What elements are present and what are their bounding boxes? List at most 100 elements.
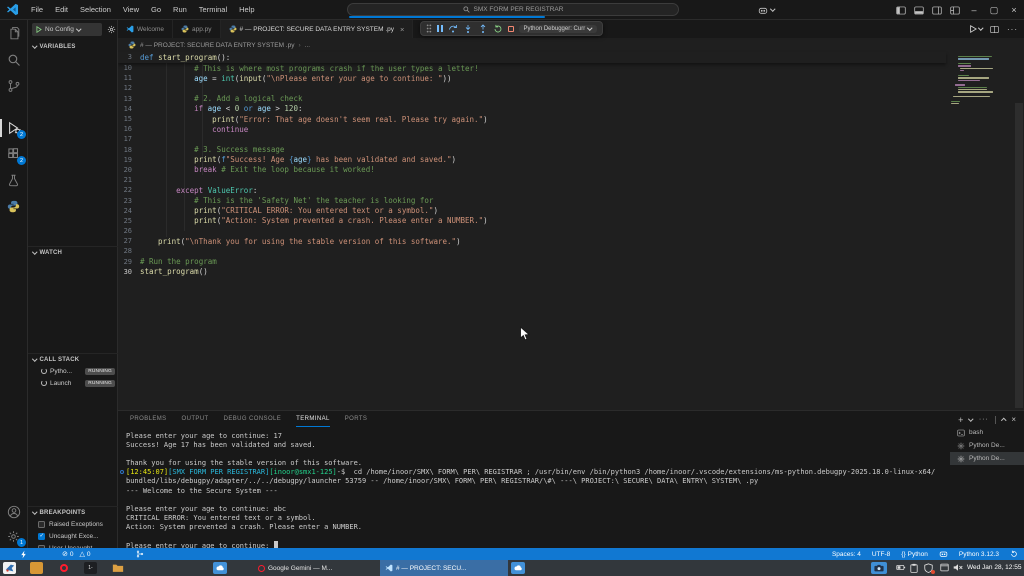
- code-line-11[interactable]: 11age = int(input("\nPlease enter your a…: [118, 73, 946, 83]
- code-line-25[interactable]: 25print("Action: System prevented a cras…: [118, 216, 946, 226]
- maximize-button[interactable]: ▢: [984, 0, 1004, 20]
- terminal-item-python-debug-1[interactable]: Python De...: [950, 439, 1024, 452]
- copilot-button[interactable]: [758, 3, 775, 17]
- problems-indicator[interactable]: ⊘0 △0: [62, 548, 91, 560]
- code-line-24[interactable]: 24print("CRITICAL ERROR: You entered tex…: [118, 206, 946, 216]
- clipboard-icon[interactable]: [910, 563, 918, 573]
- tab-debug-console[interactable]: DEBUG CONSOLE: [224, 411, 282, 428]
- menu-terminal[interactable]: Terminal: [193, 0, 233, 19]
- run-python-file-button[interactable]: [969, 25, 983, 33]
- menu-go[interactable]: Go: [145, 0, 167, 19]
- language-mode[interactable]: {}Python: [901, 551, 928, 558]
- menu-selection[interactable]: Selection: [74, 0, 117, 19]
- editor-scrollbar[interactable]: [1015, 103, 1023, 408]
- tab-problems[interactable]: PROBLEMS: [130, 411, 167, 428]
- restart-icon[interactable]: [493, 24, 503, 34]
- checkbox-unchecked[interactable]: [38, 521, 45, 528]
- stop-button[interactable]: [508, 26, 514, 32]
- launcher-files-button[interactable]: [30, 562, 43, 574]
- terminal-output[interactable]: Please enter your age to continue: 17Suc…: [126, 432, 946, 550]
- debug-fork-indicator[interactable]: [136, 548, 144, 560]
- step-out-icon[interactable]: [478, 24, 488, 34]
- security-shield-icon[interactable]: [924, 563, 933, 573]
- code-line-21[interactable]: 21: [118, 175, 946, 185]
- toggle-secondary-sidebar-icon[interactable]: [932, 6, 942, 15]
- sidebar-item-explorer[interactable]: [0, 22, 27, 46]
- code-line-14[interactable]: 14if age < 0 or age > 120:: [118, 104, 946, 114]
- menu-view[interactable]: View: [117, 0, 145, 19]
- taskbar-window-gemini[interactable]: Google Gemini — M...: [253, 560, 373, 576]
- code-line-13[interactable]: 13# 2. Add a logical check: [118, 94, 946, 104]
- screenshot-tool-icon[interactable]: [871, 562, 887, 574]
- launcher-terminal-button[interactable]: 1-: [84, 562, 97, 574]
- tab-output[interactable]: OUTPUT: [182, 411, 209, 428]
- refresh-icon[interactable]: [1010, 550, 1018, 558]
- menu-file[interactable]: File: [25, 0, 49, 19]
- code-line-15[interactable]: 15print("Error: That age doesn't seem re…: [118, 114, 946, 124]
- indentation-indicator[interactable]: Spaces: 4: [832, 551, 861, 558]
- tab-project-secure-data-entry[interactable]: # — PROJECT: SECURE DATA ENTRY SYSTEM .p…: [221, 20, 414, 38]
- close-icon[interactable]: ×: [400, 25, 404, 34]
- section-variables[interactable]: VARIABLES: [28, 40, 118, 53]
- tab-terminal[interactable]: TERMINAL: [296, 411, 330, 428]
- code-line-22[interactable]: 22except ValueError:: [118, 185, 946, 195]
- code-line-3[interactable]: 3def start_program():: [118, 52, 946, 62]
- section-watch[interactable]: WATCH: [28, 246, 118, 259]
- remote-indicator[interactable]: [20, 548, 27, 560]
- menu-run[interactable]: Run: [167, 0, 193, 19]
- step-over-icon[interactable]: [448, 24, 458, 34]
- code-line-26[interactable]: 26: [118, 226, 946, 236]
- copilot-status-icon[interactable]: [939, 550, 948, 558]
- close-panel-icon[interactable]: ×: [1011, 415, 1016, 424]
- sidebar-item-python[interactable]: [0, 194, 27, 218]
- taskbar-window-icon[interactable]: [511, 562, 525, 574]
- taskbar-window-vscode[interactable]: # — PROJECT: SECU...: [380, 560, 508, 576]
- toggle-panel-icon[interactable]: [914, 6, 924, 15]
- code-area[interactable]: 10# This is where most programs crash if…: [118, 63, 946, 277]
- taskbar-clock[interactable]: Wed Jan 28, 12:55: [967, 560, 1021, 576]
- menu-edit[interactable]: Edit: [49, 0, 74, 19]
- close-button[interactable]: ×: [1004, 0, 1024, 20]
- new-terminal-button[interactable]: +: [958, 415, 963, 425]
- command-center-search[interactable]: SMX FORM PER REGISTRAR: [347, 3, 679, 16]
- sidebar-item-run-debug[interactable]: 2: [0, 116, 27, 140]
- encoding-indicator[interactable]: UTF-8: [872, 551, 890, 558]
- step-into-icon[interactable]: [463, 24, 473, 34]
- menu-help[interactable]: Help: [233, 0, 260, 19]
- sidebar-item-testing[interactable]: [0, 168, 27, 192]
- code-line-20[interactable]: 20break # Exit the loop because it worke…: [118, 165, 946, 175]
- debug-profile-selector[interactable]: Python Debugger: Curr: [519, 25, 597, 33]
- battery-icon[interactable]: [896, 563, 906, 572]
- sidebar-item-search[interactable]: [0, 48, 27, 72]
- code-line-12[interactable]: 12: [118, 83, 946, 93]
- tab-welcome[interactable]: Welcome: [118, 20, 173, 38]
- terminal-item-python-debug-2[interactable]: Python De...: [950, 452, 1024, 465]
- window-tray-icon[interactable]: [940, 563, 949, 572]
- volume-muted-icon[interactable]: [953, 563, 963, 572]
- code-line-10[interactable]: 10# This is where most programs crash if…: [118, 63, 946, 73]
- checkbox-checked[interactable]: [38, 533, 45, 540]
- app-menu-button[interactable]: [3, 562, 16, 574]
- minimap[interactable]: [948, 56, 1010, 176]
- call-stack-session[interactable]: Pytho... RUNNING: [28, 365, 118, 377]
- code-line-16[interactable]: 16continue: [118, 124, 946, 134]
- sidebar-item-extensions[interactable]: 2: [0, 142, 27, 166]
- code-line-19[interactable]: 19print(f"Success! Age {age} has been va…: [118, 155, 946, 165]
- launcher-folder-button[interactable]: [111, 562, 124, 574]
- debug-settings-gear-icon[interactable]: [107, 25, 116, 34]
- code-line-17[interactable]: 17: [118, 134, 946, 144]
- sticky-scroll[interactable]: 3def start_program():: [118, 52, 946, 63]
- code-line-28[interactable]: 28: [118, 246, 946, 256]
- pause-button[interactable]: [437, 25, 443, 32]
- split-editor-icon[interactable]: [990, 25, 999, 34]
- breakpoint-uncaught-exceptions[interactable]: Uncaught Exce...: [28, 530, 118, 542]
- more-actions-icon[interactable]: ···: [979, 416, 989, 423]
- more-actions-icon[interactable]: ···: [1007, 25, 1018, 34]
- toggle-sidebar-icon[interactable]: [896, 6, 906, 15]
- debug-config-button[interactable]: No Config: [32, 23, 102, 36]
- code-line-27[interactable]: 27print("\nThank you for using the stabl…: [118, 236, 946, 246]
- tab-ports[interactable]: PORTS: [345, 411, 368, 428]
- code-line-23[interactable]: 23# This is the 'Safety Net' the teacher…: [118, 195, 946, 205]
- code-line-29[interactable]: 29# Run the program: [118, 257, 946, 267]
- breakpoint-raised-exceptions[interactable]: Raised Exceptions: [28, 518, 118, 530]
